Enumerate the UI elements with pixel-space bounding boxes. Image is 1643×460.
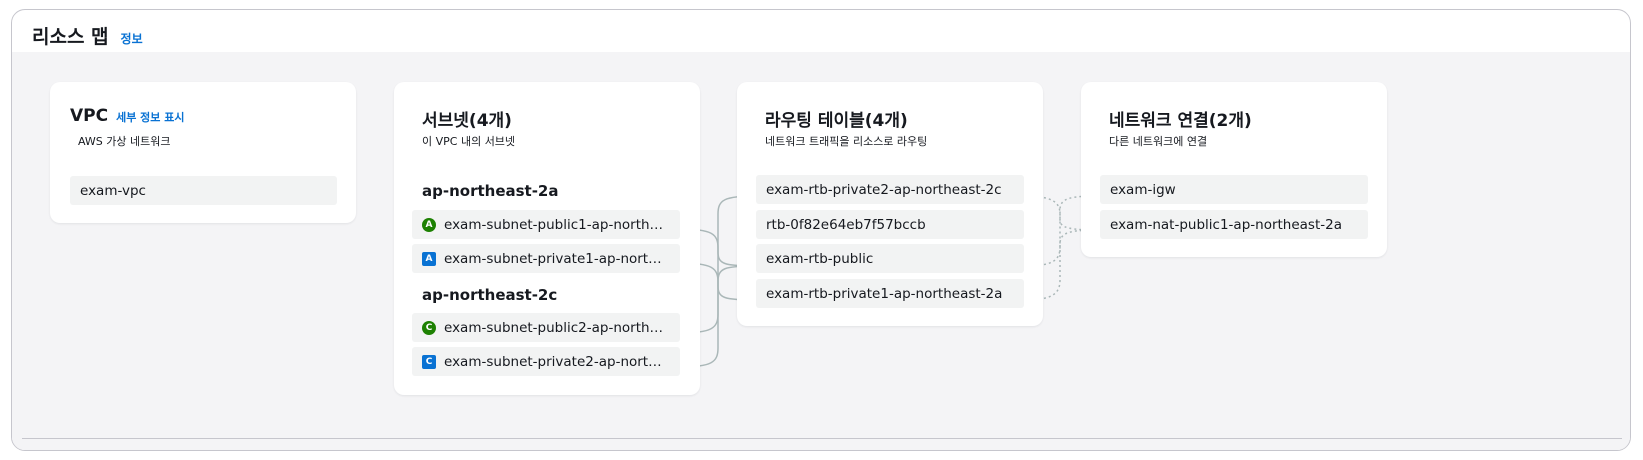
subnets-card: 서브넷(4개) 이 VPC 내의 서브넷 ap-northeast-2a A e…	[394, 82, 700, 395]
subnet-item[interactable]: C exam-subnet-private2-ap-northea…	[412, 347, 680, 376]
route-table-item[interactable]: exam-rtb-private1-ap-northeast-2a	[756, 279, 1024, 308]
route-table-item[interactable]: rtb-0f82e64eb7f57bccb	[756, 210, 1024, 239]
route-tables-description: 네트워크 트래픽을 리소스로 라우팅	[765, 135, 928, 148]
subnet-item[interactable]: C exam-subnet-public2-ap-northeas…	[412, 313, 680, 342]
vpc-item-label: exam-vpc	[80, 182, 146, 199]
network-connections-title: 네트워크 연결(2개)	[1109, 111, 1252, 131]
resource-map-panel: 리소스 맵 정보 VPC 세부 정보 표시 AWS 가상 네트워크 exam-v…	[11, 9, 1631, 451]
route-tables-card: 라우팅 테이블(4개) 네트워크 트래픽을 리소스로 라우팅 exam-rtb-…	[737, 82, 1043, 326]
subnet-item-label: exam-subnet-private2-ap-northea…	[444, 353, 670, 370]
subnets-description: 이 VPC 내의 서브넷	[422, 135, 516, 148]
az-a-private-icon: A	[422, 251, 436, 266]
subnet-item-label: exam-subnet-public2-ap-northeas…	[444, 319, 670, 336]
network-connection-item[interactable]: exam-nat-public1-ap-northeast-2a	[1100, 210, 1368, 239]
network-connection-item-label: exam-igw	[1110, 181, 1176, 198]
az-group-title: ap-northeast-2c	[422, 286, 558, 304]
route-tables-title: 라우팅 테이블(4개)	[765, 111, 908, 131]
az-a-public-icon: A	[422, 217, 436, 232]
network-connections-title-row: 네트워크 연결(2개)	[1109, 106, 1252, 131]
route-table-item-label: exam-rtb-private2-ap-northeast-2c	[766, 181, 1002, 198]
route-table-item[interactable]: exam-rtb-public	[756, 244, 1024, 273]
subnets-title-row: 서브넷(4개)	[422, 106, 512, 131]
subnets-title: 서브넷(4개)	[422, 111, 512, 131]
vpc-item[interactable]: exam-vpc	[70, 176, 337, 205]
vpc-title: VPC	[70, 106, 109, 126]
network-connection-item[interactable]: exam-igw	[1100, 175, 1368, 204]
subnet-item-label: exam-subnet-public1-ap-northeas…	[444, 216, 670, 233]
route-table-item[interactable]: exam-rtb-private2-ap-northeast-2c	[756, 175, 1024, 204]
vpc-card: VPC 세부 정보 표시 AWS 가상 네트워크 exam-vpc	[50, 82, 356, 223]
resource-map-canvas: VPC 세부 정보 표시 AWS 가상 네트워크 exam-vpc 서브넷(4개…	[12, 52, 1630, 450]
vpc-details-link[interactable]: 세부 정보 표시	[116, 109, 184, 125]
az-c-private-icon: C	[422, 354, 436, 369]
panel-header: 리소스 맵 정보	[32, 22, 143, 49]
vpc-description: AWS 가상 네트워크	[78, 135, 171, 148]
network-connections-card: 네트워크 연결(2개) 다른 네트워크에 연결 exam-igw exam-na…	[1081, 82, 1387, 257]
vpc-title-row: VPC 세부 정보 표시	[70, 106, 184, 126]
route-table-item-label: exam-rtb-public	[766, 250, 874, 267]
route-tables-title-row: 라우팅 테이블(4개)	[765, 106, 908, 131]
route-table-item-label: rtb-0f82e64eb7f57bccb	[766, 216, 926, 233]
subnet-item[interactable]: A exam-subnet-public1-ap-northeas…	[412, 210, 680, 239]
route-table-item-label: exam-rtb-private1-ap-northeast-2a	[766, 285, 1003, 302]
az-group-title: ap-northeast-2a	[422, 182, 559, 200]
subnet-item-label: exam-subnet-private1-ap-northea…	[444, 250, 670, 267]
panel-title: 리소스 맵	[32, 26, 109, 48]
info-link[interactable]: 정보	[121, 30, 143, 47]
az-c-public-icon: C	[422, 320, 436, 335]
subnet-item[interactable]: A exam-subnet-private1-ap-northea…	[412, 244, 680, 273]
network-connections-description: 다른 네트워크에 연결	[1109, 135, 1208, 148]
bottom-divider	[22, 438, 1622, 439]
network-connection-item-label: exam-nat-public1-ap-northeast-2a	[1110, 216, 1342, 233]
